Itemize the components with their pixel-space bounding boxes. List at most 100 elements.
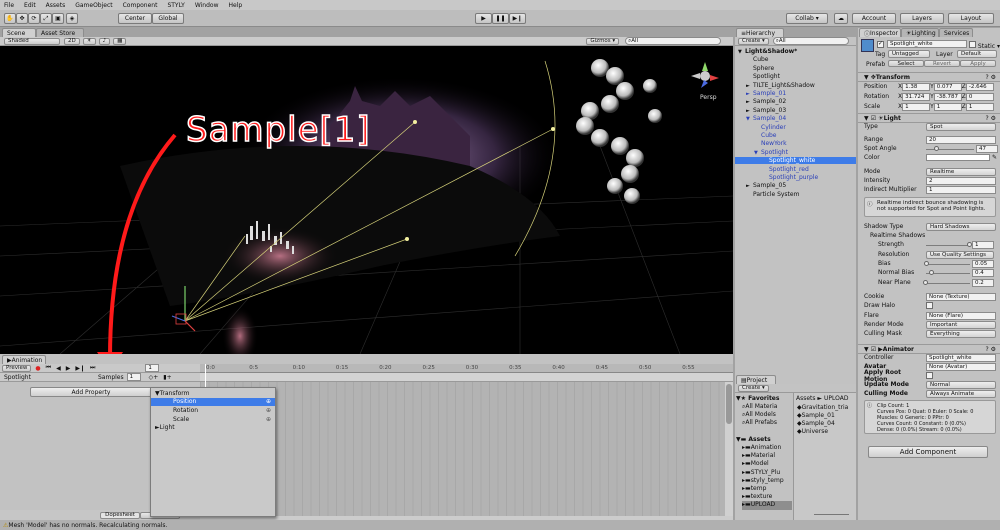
near-plane-field[interactable]: 0.2 xyxy=(972,278,994,287)
preview-button[interactable]: Preview xyxy=(2,364,32,372)
account-dropdown[interactable]: Account xyxy=(852,13,896,24)
hierarchy-item[interactable]: ▼ Light&Shadow* xyxy=(735,48,856,55)
project-file-item[interactable]: ◆Sample_01 xyxy=(797,412,856,420)
hierarchy-item[interactable]: ► Sample_02 xyxy=(735,98,856,105)
static-dropdown[interactable]: Static ▾ xyxy=(969,41,1000,50)
near-plane-slider[interactable] xyxy=(923,279,970,287)
favorite-item[interactable]: ⌕All Models xyxy=(742,411,792,419)
prefab-select-button[interactable]: Select xyxy=(888,60,924,67)
first-key-icon[interactable]: ⏮ xyxy=(46,364,51,372)
scene-audio-icon[interactable]: ♪ xyxy=(98,37,111,45)
strength-field[interactable]: 1 xyxy=(972,240,994,249)
add-property-icon[interactable]: ⊕ xyxy=(266,416,271,423)
hierarchy-item[interactable]: Particle System xyxy=(735,191,856,198)
timeline-vscroll[interactable] xyxy=(725,382,733,516)
hierarchy-item[interactable]: ► TILTE_Light&Shadow xyxy=(735,82,856,89)
property-item[interactable]: ► Light xyxy=(151,423,275,432)
rotation-x-field[interactable]: 31.724 xyxy=(902,92,931,101)
scene-search-input[interactable]: ⌕ All xyxy=(625,37,722,45)
project-file-item[interactable]: ◆Universe xyxy=(797,428,856,436)
project-breadcrumb[interactable]: Assets ► UPLOAD xyxy=(796,395,854,402)
timeline-ruler[interactable]: 0:0 0:5 0:10 0:15 0:20 0:25 0:30 0:35 0:40 0:45 0:… xyxy=(200,364,733,373)
hierarchy-search-input[interactable]: ⌕ All xyxy=(772,37,849,45)
tab-hierarchy[interactable]: ≡ Hierarchy xyxy=(736,28,784,37)
expand-arrow-icon[interactable]: ▼ xyxy=(754,150,761,156)
property-item[interactable]: Scale ⊕ xyxy=(151,415,275,424)
slider-knob[interactable] xyxy=(967,241,972,247)
property-item[interactable]: Position ⊕ xyxy=(151,397,275,407)
controller-field[interactable]: Spotlight_white xyxy=(926,353,996,362)
slider-knob[interactable] xyxy=(934,145,940,151)
asset-folder-item[interactable]: ▸▬styly_temp xyxy=(742,477,792,485)
add-property-icon[interactable]: ⊕ xyxy=(266,407,271,414)
hierarchy-item[interactable]: Spotlight_purple xyxy=(735,174,856,181)
collab-dropdown[interactable]: Collab ▾ xyxy=(786,13,828,24)
scale-tool-icon[interactable]: ⤢ xyxy=(40,13,52,24)
culling-mode-dropdown[interactable]: Always Animate xyxy=(926,389,996,398)
rotation-y-field[interactable]: -38.787 xyxy=(933,92,962,101)
position-y-field[interactable]: 0.077 xyxy=(933,82,962,91)
expand-arrow-icon[interactable]: ▼ xyxy=(746,116,753,122)
tab-project[interactable]: ▤ Project xyxy=(736,375,776,384)
range-field[interactable]: 20 xyxy=(926,135,996,144)
slider-knob[interactable] xyxy=(923,279,929,285)
favorite-item[interactable]: ⌕All Prefabs xyxy=(742,419,792,427)
hierarchy-item[interactable]: Cube xyxy=(735,132,856,139)
step-button[interactable]: ▶❙ xyxy=(509,13,526,24)
cookie-field[interactable]: None (Texture) xyxy=(926,292,996,301)
shading-dropdown[interactable]: Shaded xyxy=(4,37,60,45)
add-event-icon[interactable]: ▮+ xyxy=(163,374,171,381)
eyedropper-icon[interactable]: ✎ xyxy=(992,154,997,161)
hierarchy-create-dropdown[interactable]: Create ▾ xyxy=(738,37,769,45)
expand-arrow-icon[interactable]: ► xyxy=(746,108,753,114)
prefab-apply-button[interactable]: Apply xyxy=(960,60,996,67)
scale-y-field[interactable]: 1 xyxy=(933,102,962,111)
active-checkbox[interactable] xyxy=(877,41,884,49)
mode-dropdown[interactable]: Realtime xyxy=(926,167,996,176)
flare-field[interactable]: None (Flare) xyxy=(926,311,996,320)
layers-dropdown[interactable]: Layers xyxy=(900,13,944,24)
hierarchy-item[interactable]: Spotlight_red xyxy=(735,166,856,173)
light-type-dropdown[interactable]: Spot xyxy=(926,122,996,131)
hierarchy-item[interactable]: ► Sample_03 xyxy=(735,107,856,114)
add-component-button[interactable]: Add Component xyxy=(868,446,988,458)
position-x-field[interactable]: 1.38 xyxy=(902,82,931,91)
hierarchy-item[interactable]: Spotlight xyxy=(735,73,856,80)
expand-arrow-icon[interactable]: ► xyxy=(746,83,753,89)
normal-bias-slider[interactable] xyxy=(926,269,970,277)
samples-field[interactable]: 1 xyxy=(126,373,141,381)
slider-knob[interactable] xyxy=(928,269,934,275)
bias-field[interactable]: 0.05 xyxy=(972,259,994,268)
tab-scene[interactable]: Scene xyxy=(2,28,36,37)
spot-angle-field[interactable]: 47 xyxy=(976,144,998,153)
menu-item-window[interactable]: Window xyxy=(195,2,219,9)
scale-x-field[interactable]: 1 xyxy=(902,102,931,111)
gizmos-dropdown[interactable]: Gizmos ▾ xyxy=(586,37,620,45)
asset-folder-item[interactable]: ▸▬Animation xyxy=(742,444,792,452)
property-item[interactable]: ▼ Transform xyxy=(151,389,275,398)
pivot-global-button[interactable]: Global xyxy=(152,13,184,24)
culling-mask-dropdown[interactable]: Everything xyxy=(926,329,996,338)
asset-folder-item[interactable]: ▸▬STYLY_Plu xyxy=(742,469,792,477)
menu-item-gameobject[interactable]: GameObject xyxy=(75,2,112,9)
menu-item-help[interactable]: Help xyxy=(228,2,242,9)
property-item[interactable]: Rotation ⊕ xyxy=(151,406,275,415)
expand-arrow-icon[interactable]: ► xyxy=(746,99,753,105)
avatar-field[interactable]: None (Avatar) xyxy=(926,362,996,371)
slider-knob[interactable] xyxy=(924,260,930,266)
asset-folder-item[interactable]: ▸▬Model xyxy=(742,460,792,468)
object-name-field[interactable]: Spotlight_white xyxy=(887,40,967,48)
hierarchy-item[interactable]: ▼ Spotlight xyxy=(735,149,856,156)
play-anim-icon[interactable]: ▶ xyxy=(66,365,71,372)
clip-name[interactable]: Spotlight xyxy=(4,374,94,381)
expand-arrow-icon[interactable]: ► xyxy=(746,91,753,97)
draw-halo-checkbox[interactable] xyxy=(926,302,933,309)
layout-dropdown[interactable]: Layout xyxy=(948,13,994,24)
asset-folder-item[interactable]: ▸▬UPLOAD xyxy=(742,501,792,510)
hierarchy-item[interactable]: ► Sample_05 xyxy=(735,182,856,189)
add-property-button[interactable]: Add Property xyxy=(30,387,152,397)
favorites-header[interactable]: ▼★ Favorites xyxy=(736,395,779,402)
cloud-icon[interactable]: ☁ xyxy=(834,13,848,24)
component-menu-icon[interactable]: ? ⚙ xyxy=(986,74,996,81)
expand-arrow-icon[interactable]: ▼ xyxy=(738,49,745,55)
